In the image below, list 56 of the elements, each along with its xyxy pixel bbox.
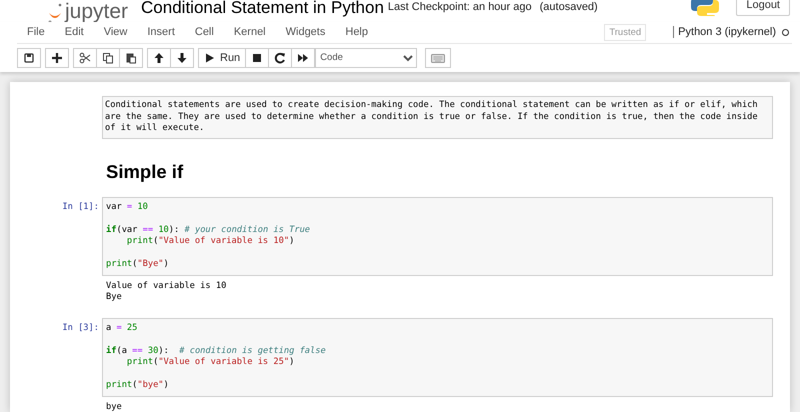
logo-text: jupyter bbox=[65, 0, 128, 23]
play-icon bbox=[204, 52, 216, 64]
logout-button[interactable]: Logout bbox=[736, 0, 790, 16]
output-text: Bye bbox=[106, 292, 122, 302]
move-down-button[interactable] bbox=[170, 48, 194, 68]
checkpoint-text: Last Checkpoint: an hour ago bbox=[388, 0, 532, 15]
code-line: if(var == 10): # your condition is True bbox=[106, 224, 310, 234]
menu-item[interactable]: Insert bbox=[137, 22, 185, 42]
output-text: bye bbox=[106, 402, 122, 412]
cell-prompt: In [3]: bbox=[62, 322, 99, 332]
copy-button[interactable] bbox=[96, 48, 120, 68]
code-editor[interactable]: a = 25 if(a == 30): # condition is getting false print("Value of variable is 25") print("bye") bbox=[102, 318, 773, 396]
insert-cell-button[interactable] bbox=[45, 48, 69, 68]
save-icon bbox=[23, 52, 35, 64]
code-editor[interactable]: var = 10 if(var == 10): # your condition is True print("Value of variable is 10") print("Bye") bbox=[102, 196, 773, 276]
cut-button[interactable] bbox=[73, 48, 97, 68]
kernel-name[interactable]: Python 3 (ipykernel) bbox=[678, 26, 776, 38]
save-button[interactable] bbox=[17, 48, 41, 68]
paste-button[interactable] bbox=[119, 48, 143, 68]
markdown-text: Conditional statements are used to create decision-making code. The conditional statement can be written as if or elif, which are the same. They are used to determine whether a condition is true or false. If the condition is true, then the code inside of it will execute. bbox=[102, 96, 773, 138]
menu-item[interactable]: Help bbox=[335, 22, 378, 42]
menu-item[interactable]: Widgets bbox=[276, 22, 336, 42]
code-line: print("Value of variable is 25") bbox=[126, 357, 294, 367]
restart-icon bbox=[274, 52, 286, 64]
up-arrow-icon bbox=[153, 52, 165, 64]
fast-forward-icon bbox=[297, 52, 310, 64]
stop-button[interactable] bbox=[245, 48, 270, 68]
code-line: if(a == 30): # condition is getting false bbox=[106, 346, 326, 356]
paste-icon bbox=[125, 52, 137, 64]
menu-item[interactable]: Cell bbox=[184, 22, 224, 42]
code-line: print("bye") bbox=[106, 380, 169, 390]
command-palette-button[interactable] bbox=[425, 48, 452, 68]
copy-icon bbox=[102, 52, 114, 64]
code-line: var = 10 bbox=[106, 202, 148, 212]
notebook-title[interactable]: Conditional Statement in Python bbox=[141, 0, 384, 18]
cell-prompt: In [1]: bbox=[62, 202, 99, 212]
code-line: print("Value of variable is 10") bbox=[126, 236, 294, 246]
scissors-icon bbox=[79, 52, 91, 64]
section-heading: Simple if bbox=[106, 160, 184, 182]
down-arrow-icon bbox=[176, 52, 188, 64]
restart-button[interactable] bbox=[268, 48, 292, 68]
code-line: print("Bye") bbox=[106, 259, 169, 269]
menu-item[interactable]: Edit bbox=[54, 22, 94, 42]
move-up-button[interactable] bbox=[147, 48, 171, 68]
output-text: Value of variable is 10 bbox=[106, 280, 226, 290]
menu-item[interactable]: File bbox=[17, 22, 55, 42]
cell-type-select[interactable]: Code bbox=[315, 48, 418, 68]
run-button[interactable]: Run bbox=[198, 48, 246, 68]
stop-icon bbox=[251, 52, 264, 64]
menu-item[interactable]: View bbox=[94, 22, 138, 42]
keyboard-icon bbox=[431, 52, 446, 64]
autosave-status: (autosaved) bbox=[540, 0, 598, 15]
code-line: a = 25 bbox=[106, 322, 138, 332]
plus-icon bbox=[51, 52, 63, 64]
run-all-button[interactable] bbox=[291, 48, 316, 68]
menu-item[interactable]: Kernel bbox=[224, 22, 276, 42]
